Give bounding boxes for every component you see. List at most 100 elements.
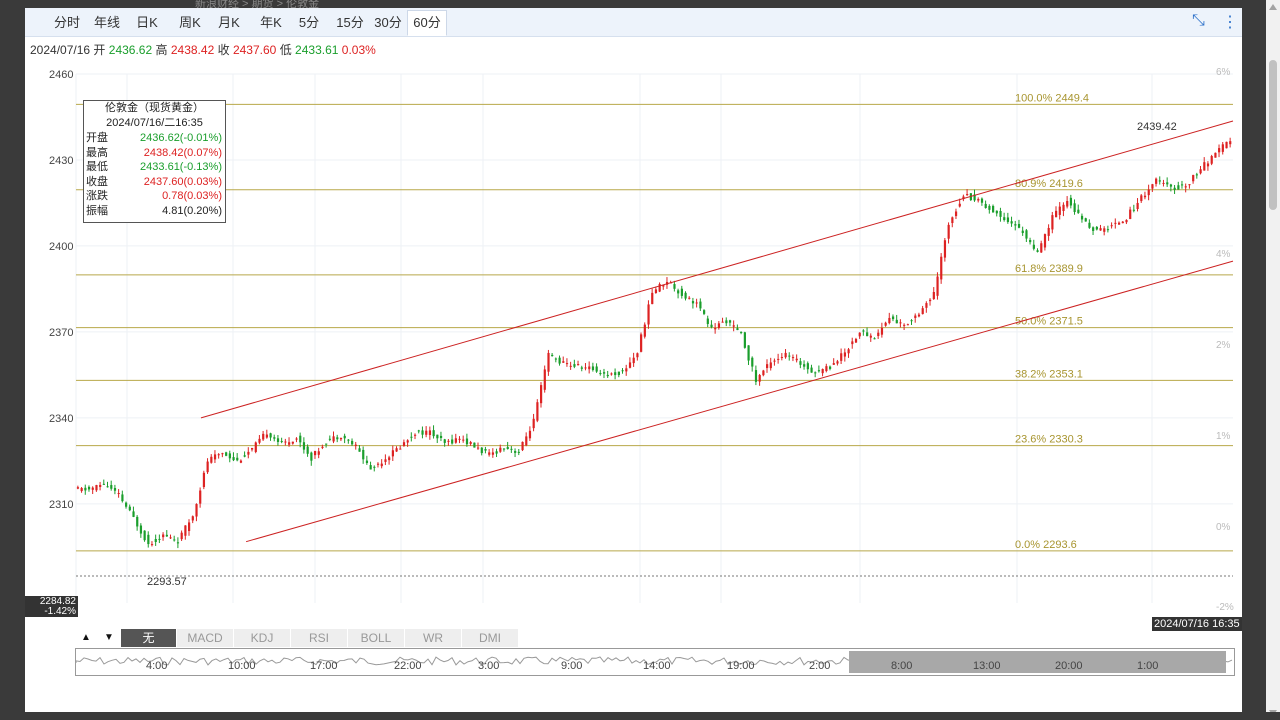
candle-body (684, 292, 687, 299)
scrollbar-thumb[interactable] (1269, 60, 1277, 210)
candle-body (565, 363, 569, 365)
candle-body (1147, 189, 1150, 196)
tooltip-row: 最高 2438.42(0.07%) (84, 146, 225, 161)
candle-body (217, 454, 220, 456)
candle-body (154, 538, 157, 542)
candle-body (1129, 209, 1132, 219)
browser-bottombar (0, 712, 1280, 720)
candle-body (884, 322, 887, 326)
fib-level-label: 80.9% 2419.6 (1015, 178, 1083, 190)
candle-body (677, 290, 680, 294)
candle-body (862, 330, 865, 332)
candle-body (732, 325, 735, 327)
scroll-up-arrow[interactable]: ▲ (75, 629, 98, 647)
candle-body (806, 363, 809, 370)
candle-body (95, 485, 98, 491)
candle-body (988, 205, 991, 210)
candle-body (584, 367, 587, 369)
candle-body (940, 256, 943, 280)
candle-body (299, 435, 302, 443)
navigator-time-label: 10:00 (228, 660, 256, 672)
navigator-time-label: 1:00 (1137, 660, 1159, 672)
current-date-label: 2024/07/16 16:35 (1152, 617, 1242, 631)
x-tick-label: 2024/7/3 (450, 619, 493, 620)
indicator-0[interactable]: 无 (121, 629, 177, 647)
candle-body (925, 303, 928, 308)
candle-body (1188, 184, 1191, 186)
candle-body (1136, 202, 1139, 210)
candle-body (491, 452, 495, 455)
candle-body (984, 203, 987, 209)
pct-tick-label: 4% (1216, 249, 1231, 260)
indicator-4[interactable]: BOLL (348, 629, 405, 647)
candle-body (606, 374, 609, 377)
candle-body (373, 466, 376, 468)
candle-body (180, 532, 183, 540)
scroll-down-arrow[interactable]: ▼ (98, 629, 121, 647)
candle-body (1092, 227, 1095, 231)
scroll-up-icon[interactable] (1269, 4, 1277, 10)
candle-body (1192, 175, 1195, 182)
candle-body (1162, 182, 1165, 184)
x-tick-label: 2024/7/1 (312, 619, 355, 620)
indicator-5[interactable]: WR (405, 629, 462, 647)
candle-body (791, 357, 795, 359)
indicator-1[interactable]: MACD (177, 629, 234, 647)
indicator-6[interactable]: DMI (462, 629, 519, 647)
candle-body (384, 459, 387, 462)
x-tick-label: 2024/7/12 (994, 619, 1043, 620)
indicator-3[interactable]: RSI (291, 629, 348, 647)
candle-body (610, 373, 613, 375)
candle-body (832, 363, 835, 365)
candle-body (1006, 217, 1010, 222)
y-tick-label: 2340 (49, 413, 73, 425)
candle-body (595, 366, 598, 372)
candle-body (184, 525, 187, 536)
candle-body (399, 448, 402, 450)
candle-body (432, 430, 435, 437)
x-tick-label: 2024/6/26 (76, 619, 125, 620)
candle-body (1080, 215, 1084, 220)
candle-body (528, 430, 532, 439)
candle-body (943, 240, 947, 258)
fib-level-label: 61.8% 2389.9 (1015, 263, 1083, 275)
candle-body (213, 454, 217, 460)
candle-body (1151, 184, 1154, 189)
tooltip-row-label: 振幅 (86, 204, 108, 217)
page-scrollbar[interactable] (1266, 0, 1280, 720)
candle-body (1003, 217, 1006, 221)
candle-body (758, 375, 761, 382)
candle-body (358, 448, 361, 452)
candle-body (125, 502, 128, 507)
candle-body (784, 352, 787, 358)
candle-body (906, 324, 910, 326)
candle-body (821, 369, 824, 374)
candle-body (199, 490, 202, 504)
indicator-2[interactable]: KDJ (234, 629, 291, 647)
candle-body (814, 372, 817, 374)
candle-body (176, 542, 180, 544)
candle-body (243, 455, 246, 457)
candle-body (365, 460, 369, 464)
range-navigator[interactable]: 4:00 10:00 17:00 22:00 3:00 9:00 14:00 19:00 2:0… (75, 648, 1235, 676)
candle-body (1195, 174, 1199, 176)
candle-body (325, 443, 328, 445)
candle-body (276, 438, 280, 442)
candle-body (1121, 221, 1124, 224)
y-tick-label: 2460 (49, 69, 73, 81)
candle-body (291, 441, 294, 444)
pct-tick-label: 0% (1216, 522, 1231, 533)
candle-body (395, 448, 398, 452)
candle-body (977, 199, 980, 201)
navigator-time-label: 19:00 (727, 660, 755, 672)
candle-body (510, 448, 513, 450)
candle-body (354, 444, 357, 446)
candle-body (1206, 163, 1210, 167)
candle-body (80, 488, 83, 492)
x-tick-label: 2024/7/15 (1095, 619, 1144, 620)
candle-body (736, 328, 739, 331)
navigator-time-label: 9:00 (561, 660, 583, 672)
candle-body (1088, 222, 1091, 228)
candle-body (539, 385, 543, 404)
candle-body (484, 449, 487, 451)
